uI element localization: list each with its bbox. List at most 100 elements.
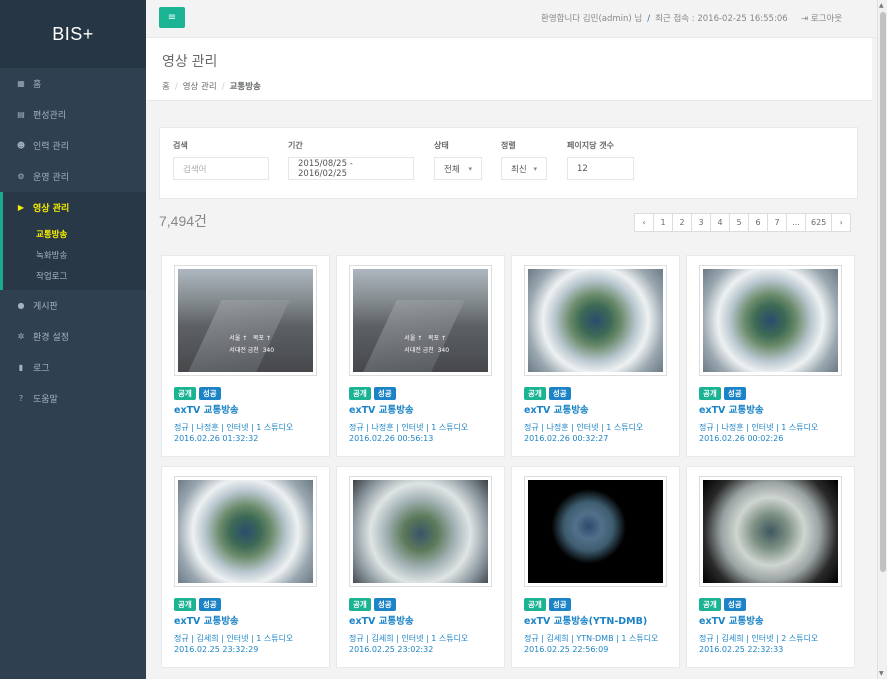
success-badge: 성공 <box>548 387 571 400</box>
page-button[interactable]: 6 <box>748 213 768 232</box>
video-thumbnail[interactable] <box>699 476 842 587</box>
video-date: 2016.02.26 01:32:32 <box>174 434 259 443</box>
video-card[interactable]: 공개 성공 exTV 교통방송 정규 | 김세희 | 인터넷 | 1 스튜디오 … <box>336 466 505 668</box>
video-title[interactable]: exTV 교통방송 <box>699 613 764 627</box>
user-welcome: 환영합니다 김민(admin) 님 / 최근 접속 : 2016-02-25 16:… <box>541 12 788 24</box>
badge-group: 공개 성공 <box>174 598 221 611</box>
thumbnail-image <box>178 269 313 372</box>
page-button[interactable]: 5 <box>729 213 749 232</box>
sidebar: BIS+ ▦ 홈 ▤ 편성관리 ☻ 인력 관리 ⚙ 운영 관리 ▶ 영상 관리 … <box>0 0 146 679</box>
thumbnail-image <box>528 480 663 583</box>
video-thumbnail[interactable] <box>174 265 317 376</box>
video-card[interactable]: 공개 성공 exTV 교통방송(YTN-DMB) 정규 | 김세희 | YTN-… <box>511 466 680 668</box>
sort-value: 최신 <box>511 164 527 175</box>
public-badge: 공개 <box>174 598 196 611</box>
video-info: 정규 | 김세희 | YTN-DMB | 1 스튜디오 <box>524 634 659 643</box>
sidebar-item-operation[interactable]: ⚙ 운영 관리 <box>0 161 146 192</box>
app-logo[interactable]: BIS+ <box>0 0 146 68</box>
breadcrumb: 홈 / 영상 관리 / 교통방송 <box>162 80 872 92</box>
page-button[interactable]: 1 <box>653 213 673 232</box>
success-badge: 성공 <box>198 598 221 611</box>
topbar: ≡ 환영합니다 김민(admin) 님 / 최근 접속 : 2016-02-25 1… <box>146 0 877 38</box>
welcome-text: 환영합니다 김민(admin) 님 <box>541 14 643 24</box>
sidebar-item-staff[interactable]: ☻ 인력 관리 <box>0 130 146 161</box>
video-info: 정규 | 나정훈 | 인터넷 | 1 스튜디오 <box>174 423 294 432</box>
calendar-icon: ▤ <box>17 110 25 119</box>
per-page-input[interactable]: 12 <box>567 157 634 180</box>
sidebar-item-help[interactable]: ? 도움말 <box>0 383 146 414</box>
video-title[interactable]: exTV 교통방송 <box>524 402 589 416</box>
page-button[interactable]: 2 <box>672 213 692 232</box>
menu-toggle-button[interactable]: ≡ <box>159 7 185 28</box>
video-card[interactable]: 공개 성공 exTV 교통방송 정규 | 나정훈 | 인터넷 | 1 스튜디오 … <box>511 255 680 457</box>
badge-group: 공개 성공 <box>174 387 221 400</box>
video-title[interactable]: exTV 교통방송 <box>174 402 239 416</box>
video-title[interactable]: exTV 교통방송 <box>699 402 764 416</box>
page-button[interactable]: 625 <box>805 213 833 232</box>
scrollbar-thumb[interactable] <box>880 12 886 572</box>
filter-period: 기간 2015/08/25 - 2016/02/25 <box>288 140 414 180</box>
breadcrumb-video[interactable]: 영상 관리 <box>183 82 217 92</box>
scroll-down-icon[interactable]: ▼ <box>879 670 884 677</box>
sidebar-item-label: 인력 관리 <box>33 142 69 152</box>
success-badge: 성공 <box>548 598 571 611</box>
video-thumbnail[interactable] <box>524 476 667 587</box>
sidebar-item-settings[interactable]: ✲ 환경 설정 <box>0 321 146 352</box>
page-button[interactable]: 7 <box>767 213 787 232</box>
video-thumbnail[interactable] <box>174 476 317 587</box>
period-label: 기간 <box>288 141 303 150</box>
video-thumbnail[interactable] <box>349 476 492 587</box>
breadcrumb-home[interactable]: 홈 <box>162 82 170 92</box>
video-thumbnail[interactable] <box>524 265 667 376</box>
video-card[interactable]: 공개 성공 exTV 교통방송 정규 | 김세희 | 인터넷 | 2 스튜디오 … <box>686 466 855 668</box>
thumbnail-image <box>703 480 838 583</box>
sort-select[interactable]: 최신 ▾ <box>501 157 547 180</box>
video-title[interactable]: exTV 교통방송 <box>349 402 414 416</box>
video-thumbnail[interactable] <box>699 265 842 376</box>
sidebar-item-video[interactable]: ▶ 영상 관리 <box>0 192 146 223</box>
video-card[interactable]: 공개 성공 exTV 교통방송 정규 | 나정훈 | 인터넷 | 1 스튜디오 … <box>161 255 330 457</box>
sidebar-subitem-recording[interactable]: 녹화방송 <box>3 244 146 265</box>
search-input[interactable]: 검색어 <box>173 157 269 180</box>
sidebar-item-schedule[interactable]: ▤ 편성관리 <box>0 99 146 130</box>
video-date: 2016.02.25 22:32:33 <box>699 645 784 654</box>
success-badge: 성공 <box>723 598 746 611</box>
video-meta: 정규 | 김세희 | 인터넷 | 1 스튜디오 2016.02.25 23:32… <box>174 633 293 655</box>
video-thumbnail[interactable] <box>349 265 492 376</box>
result-count: 7,494건 <box>159 213 207 229</box>
grid-icon: ▦ <box>17 79 25 88</box>
filter-search: 검색 검색어 <box>173 140 269 180</box>
hamburger-icon: ≡ <box>167 12 177 23</box>
period-input[interactable]: 2015/08/25 - 2016/02/25 <box>288 157 414 180</box>
sidebar-subitem-joblog[interactable]: 작업로그 <box>3 265 146 286</box>
vertical-scrollbar[interactable]: ▲ ▼ <box>877 0 887 679</box>
status-label: 상태 <box>434 141 449 150</box>
video-info: 정규 | 김세희 | 인터넷 | 2 스튜디오 <box>699 634 819 643</box>
thumbnail-image <box>528 269 663 372</box>
video-card[interactable]: 공개 성공 exTV 교통방송 정규 | 나정훈 | 인터넷 | 1 스튜디오 … <box>336 255 505 457</box>
operation-icon: ⚙ <box>17 172 25 181</box>
video-card[interactable]: 공개 성공 exTV 교통방송 정규 | 나정훈 | 인터넷 | 1 스튜디오 … <box>686 255 855 457</box>
sidebar-subitem-traffic[interactable]: 교통방송 <box>3 223 146 244</box>
sidebar-item-home[interactable]: ▦ 홈 <box>0 68 146 99</box>
sidebar-item-board[interactable]: ● 게시판 <box>0 290 146 321</box>
page-button[interactable]: 3 <box>691 213 711 232</box>
video-info: 정규 | 김세희 | 인터넷 | 1 스튜디오 <box>349 634 469 643</box>
page-button[interactable]: 4 <box>710 213 730 232</box>
sidebar-item-log[interactable]: ▮ 로그 <box>0 352 146 383</box>
page-prev-button[interactable]: ‹ <box>634 213 654 232</box>
page-header: 영상 관리 홈 / 영상 관리 / 교통방송 <box>146 38 872 101</box>
sidebar-item-label: 환경 설정 <box>33 333 69 343</box>
badge-group: 공개 성공 <box>524 598 571 611</box>
sidebar-item-label: 도움말 <box>33 395 58 405</box>
badge-group: 공개 성공 <box>524 387 571 400</box>
video-title[interactable]: exTV 교통방송 <box>174 613 239 627</box>
logout-link[interactable]: ⇥ 로그아웃 <box>801 12 842 24</box>
page-next-button[interactable]: › <box>831 213 852 232</box>
video-card[interactable]: 공개 성공 exTV 교통방송 정규 | 김세희 | 인터넷 | 1 스튜디오 … <box>161 466 330 668</box>
video-title[interactable]: exTV 교통방송(YTN-DMB) <box>524 613 647 627</box>
status-select[interactable]: 전체 ▾ <box>434 157 482 180</box>
thumbnail-image <box>353 269 488 372</box>
scroll-up-icon[interactable]: ▲ <box>879 2 884 9</box>
video-title[interactable]: exTV 교통방송 <box>349 613 414 627</box>
